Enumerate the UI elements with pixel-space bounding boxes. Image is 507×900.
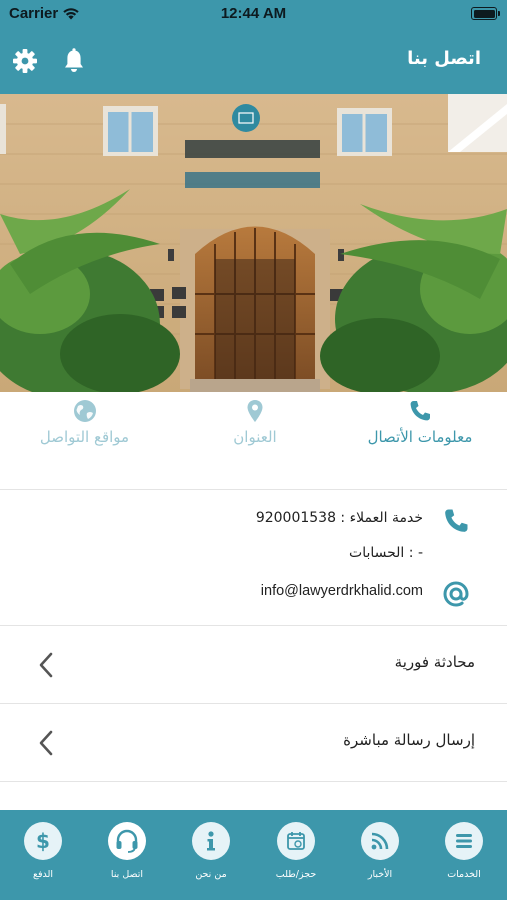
tabbar-services-label: الخدمات <box>447 869 481 880</box>
tabbar-contact-us-label: اتصل بنا <box>110 869 144 880</box>
at-sign-icon[interactable] <box>441 579 471 609</box>
bottom-tab-bar: $ الدفع اتصل بنا من نحن حجز/طلب الأخبار … <box>0 810 507 900</box>
tabbar-payment-label: الدفع <box>32 869 54 880</box>
tabbar-payment[interactable]: $ الدفع <box>13 822 73 880</box>
live-chat-label: محادثة فورية <box>394 653 475 671</box>
tabbar-news-label: الأخبار <box>367 869 393 880</box>
accounts-value: الحسابات : - <box>349 545 423 561</box>
location-pin-icon <box>247 400 263 422</box>
tab-social[interactable]: مواقع التواصل <box>22 398 147 446</box>
tab-contact-info-label: معلومات الأتصال <box>367 428 473 446</box>
phone-icon <box>410 401 430 421</box>
tabbar-contact-us[interactable]: اتصل بنا <box>97 822 157 880</box>
tabbar-about-label: من نحن <box>195 869 227 880</box>
contact-tabs: معلومات الأتصال العنوان مواقع التواصل <box>0 392 507 490</box>
tab-address[interactable]: العنوان <box>200 398 310 446</box>
menu-icon <box>445 822 483 860</box>
send-message-label: إرسال رسالة مباشرة <box>343 731 475 749</box>
battery-icon <box>471 7 500 20</box>
chevron-left-icon <box>39 730 53 756</box>
bell-icon[interactable] <box>60 47 88 75</box>
tabbar-about[interactable]: من نحن <box>181 822 241 880</box>
contact-screen: Carrier 12:44 AM اتصل بنا معلومات الأتصا… <box>0 0 507 900</box>
page-title: اتصل بنا <box>407 48 481 69</box>
dollar-icon: $ <box>24 822 62 860</box>
info-icon <box>192 822 230 860</box>
live-chat-row[interactable]: محادثة فورية <box>0 626 507 704</box>
office-building-photo <box>0 94 507 392</box>
calendar-icon <box>277 822 315 860</box>
tabbar-booking[interactable]: حجز/طلب <box>266 822 326 880</box>
headset-icon <box>108 822 146 860</box>
globe-icon <box>73 400 96 422</box>
chevron-left-icon <box>39 652 53 678</box>
tabbar-booking-label: حجز/طلب <box>275 869 317 880</box>
gear-icon[interactable] <box>11 47 39 75</box>
svg-text:$: $ <box>36 829 50 853</box>
contact-info-section: خدمة العملاء : 920001538 الحسابات : - in… <box>0 490 507 626</box>
tab-contact-info[interactable]: معلومات الأتصال <box>355 398 485 446</box>
customer-service-number[interactable]: خدمة العملاء : 920001538 <box>256 510 423 526</box>
rss-icon <box>361 822 399 860</box>
tab-social-label: مواقع التواصل <box>39 428 130 446</box>
send-message-row[interactable]: إرسال رسالة مباشرة <box>0 704 507 782</box>
email-link[interactable]: info@lawyerdrkhalid.com <box>261 583 423 599</box>
tab-address-label: العنوان <box>233 428 277 446</box>
tabbar-news[interactable]: الأخبار <box>350 822 410 880</box>
tabbar-services[interactable]: الخدمات <box>434 822 494 880</box>
status-bar: Carrier 12:44 AM <box>0 0 507 28</box>
phone-icon[interactable] <box>441 506 471 536</box>
navigation-bar: اتصل بنا <box>0 28 507 94</box>
clock: 12:44 AM <box>220 5 287 22</box>
